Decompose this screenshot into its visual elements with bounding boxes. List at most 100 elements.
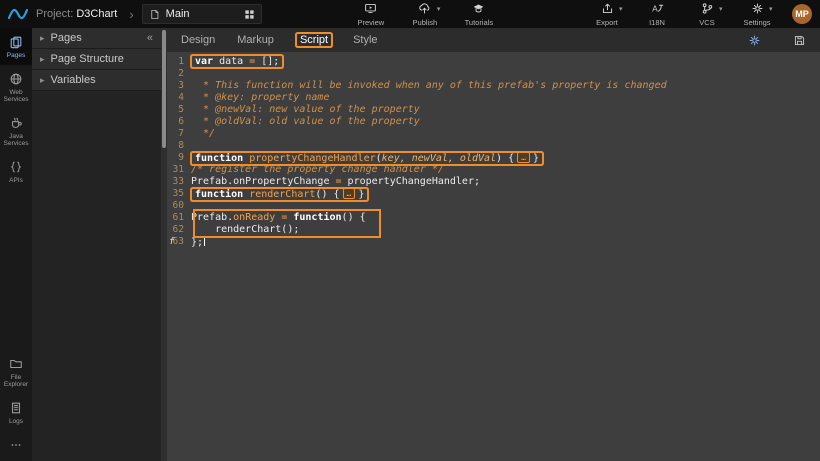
code-line-35[interactable]: 35function renderChart() {…} xyxy=(167,188,820,200)
java-services-icon xyxy=(9,116,23,130)
explorer-section-variables[interactable]: ▸Variables xyxy=(32,70,161,91)
topbar-center-actions: Preview ▾Publish Tutorials xyxy=(352,2,498,27)
topbar-action-publish[interactable]: ▾Publish xyxy=(406,2,444,27)
rail-item-pages[interactable]: Pages xyxy=(0,28,32,65)
code-fold-marker[interactable]: … xyxy=(343,188,356,199)
tab-style[interactable]: Style xyxy=(353,34,377,46)
page-tab-main[interactable]: Main xyxy=(142,4,262,24)
rail-item-more[interactable] xyxy=(0,431,32,461)
project-label: Project: xyxy=(36,8,73,20)
rail-item-web-services[interactable]: Web Services xyxy=(0,65,32,109)
panel-scrollbar-thumb[interactable] xyxy=(162,30,166,148)
collapse-panel-icon[interactable]: « xyxy=(147,32,153,44)
rail-item-apis[interactable]: APIs xyxy=(0,153,32,190)
code-line-8[interactable]: 8 xyxy=(167,140,820,152)
rail-item-label: File Explorer xyxy=(1,374,31,388)
code-text: Prefab.onPropertyChange = propertyChange… xyxy=(191,176,480,188)
explorer-panel: ▸ Pages « ▸Page Structure▸Variables xyxy=(32,28,161,461)
code-text: Prefab.onReady = function() { xyxy=(191,212,366,224)
topbar-action-tutorials[interactable]: Tutorials xyxy=(460,2,498,27)
logs-icon xyxy=(9,401,23,415)
settings-icon: ▾ xyxy=(751,2,764,16)
code-line-7[interactable]: 7 */ xyxy=(167,128,820,140)
explorer-section-label: Pages xyxy=(51,32,82,44)
gutter-marker: f xyxy=(169,236,174,248)
topbar-action-i18n[interactable]: A I18N xyxy=(638,2,676,27)
tab-design[interactable]: Design xyxy=(181,34,215,46)
code-line-4[interactable]: 4 * @key: property name xyxy=(167,92,820,104)
topbar-action-label: Tutorials xyxy=(465,18,493,27)
topbar-action-label: Preview xyxy=(358,18,385,27)
left-rail: Pages Web Services Java Services APIs File … xyxy=(0,28,32,461)
code-lines: 1var data = [];23 * This function will b… xyxy=(167,56,820,248)
code-line-5[interactable]: 5 * @newVal: new value of the property xyxy=(167,104,820,116)
apis-icon xyxy=(9,160,23,174)
line-number: 6 xyxy=(167,116,191,128)
code-line-6[interactable]: 6 * @oldVal: old value of the property xyxy=(167,116,820,128)
grid-icon[interactable] xyxy=(244,9,255,20)
code-line-61[interactable]: 61Prefab.onReady = function() { xyxy=(167,212,820,224)
line-number: 61 xyxy=(167,212,191,224)
code-text: var data = []; xyxy=(191,56,282,68)
svg-text:A: A xyxy=(652,4,658,13)
export-icon: ▾ xyxy=(601,2,614,16)
code-line-1[interactable]: 1var data = []; xyxy=(167,56,820,68)
explorer-section-page-structure[interactable]: ▸Page Structure xyxy=(32,49,161,70)
code-text: renderChart(); xyxy=(191,224,299,236)
code-line-33[interactable]: 33Prefab.onPropertyChange = propertyChan… xyxy=(167,176,820,188)
panel-scrollbar[interactable] xyxy=(161,28,167,461)
rail-item-file-explorer[interactable]: File Explorer xyxy=(0,350,32,394)
line-number: 4 xyxy=(167,92,191,104)
wavemaker-logo-icon xyxy=(8,7,28,22)
code-line-31[interactable]: 31/* register the property change handle… xyxy=(167,164,820,176)
avatar[interactable]: MP xyxy=(792,4,812,24)
explorer-section-pages[interactable]: ▸Pages« xyxy=(32,28,161,49)
topbar-action-settings[interactable]: ▾ Settings xyxy=(738,2,776,27)
code-text: function renderChart() {…} xyxy=(191,188,367,200)
rail-item-logs[interactable]: Logs xyxy=(0,394,32,431)
rail-item-label: Logs xyxy=(9,418,23,425)
code-line-63[interactable]: f63}; xyxy=(167,236,820,248)
save-icon[interactable] xyxy=(793,34,806,47)
i18n-icon: A xyxy=(651,2,664,16)
tab-markup[interactable]: Markup xyxy=(237,34,274,46)
line-number: 2 xyxy=(167,68,191,80)
rail-item-label: Web Services xyxy=(1,89,31,103)
topbar-action-preview[interactable]: Preview xyxy=(352,2,390,27)
topbar-action-label: I18N xyxy=(649,18,665,27)
code-text: function propertyChangeHandler(key, newV… xyxy=(191,152,542,164)
tutorials-icon xyxy=(472,2,485,16)
tab-script[interactable]: Script xyxy=(297,34,331,46)
topbar-action-label: Settings xyxy=(743,18,770,27)
code-text: * @key: property name xyxy=(191,92,329,104)
topbar-action-vcs[interactable]: ▾VCS xyxy=(688,2,726,27)
code-line-9[interactable]: 9function propertyChangeHandler(key, new… xyxy=(167,152,820,164)
annotation-box: function renderChart() {…} xyxy=(192,189,367,200)
topbar-action-export[interactable]: ▾Export xyxy=(588,2,626,27)
caret-down-icon: ▾ xyxy=(769,5,773,13)
project-breadcrumb: Project: D3Chart xyxy=(36,8,117,20)
code-fold-marker[interactable]: … xyxy=(517,152,530,163)
chevron-right-icon: ▸ xyxy=(40,54,45,65)
code-line-60[interactable]: 60 xyxy=(167,200,820,212)
pages-icon xyxy=(9,35,23,49)
rail-item-java-services[interactable]: Java Services xyxy=(0,109,32,153)
topbar-right-actions: ▾ExportAI18N▾VCS▾Settings xyxy=(588,2,776,27)
chevron-right-icon[interactable]: › xyxy=(129,7,133,22)
editor-tabs: Design Markup Script Style xyxy=(181,34,378,46)
topbar-action-label: Publish xyxy=(413,18,438,27)
rail-item-label: APIs xyxy=(9,177,23,184)
top-bar: Project: D3Chart › Main Preview▾PublishT… xyxy=(0,0,820,28)
code-editor[interactable]: 1var data = [];23 * This function will b… xyxy=(167,52,820,461)
topbar-action-label: Export xyxy=(596,18,618,27)
code-line-3[interactable]: 3 * This function will be invoked when a… xyxy=(167,80,820,92)
caret-down-icon: ▾ xyxy=(619,5,623,13)
line-number: f63 xyxy=(167,236,191,248)
annotation-box: function propertyChangeHandler(key, newV… xyxy=(192,153,542,164)
project-name: D3Chart xyxy=(76,8,117,20)
code-line-2[interactable]: 2 xyxy=(167,68,820,80)
line-number: 5 xyxy=(167,104,191,116)
settings-gear-icon[interactable] xyxy=(748,34,761,47)
code-line-62[interactable]: 62 renderChart(); xyxy=(167,224,820,236)
editor-area: Design Markup Script Style 1var data = [];2… xyxy=(167,28,820,461)
